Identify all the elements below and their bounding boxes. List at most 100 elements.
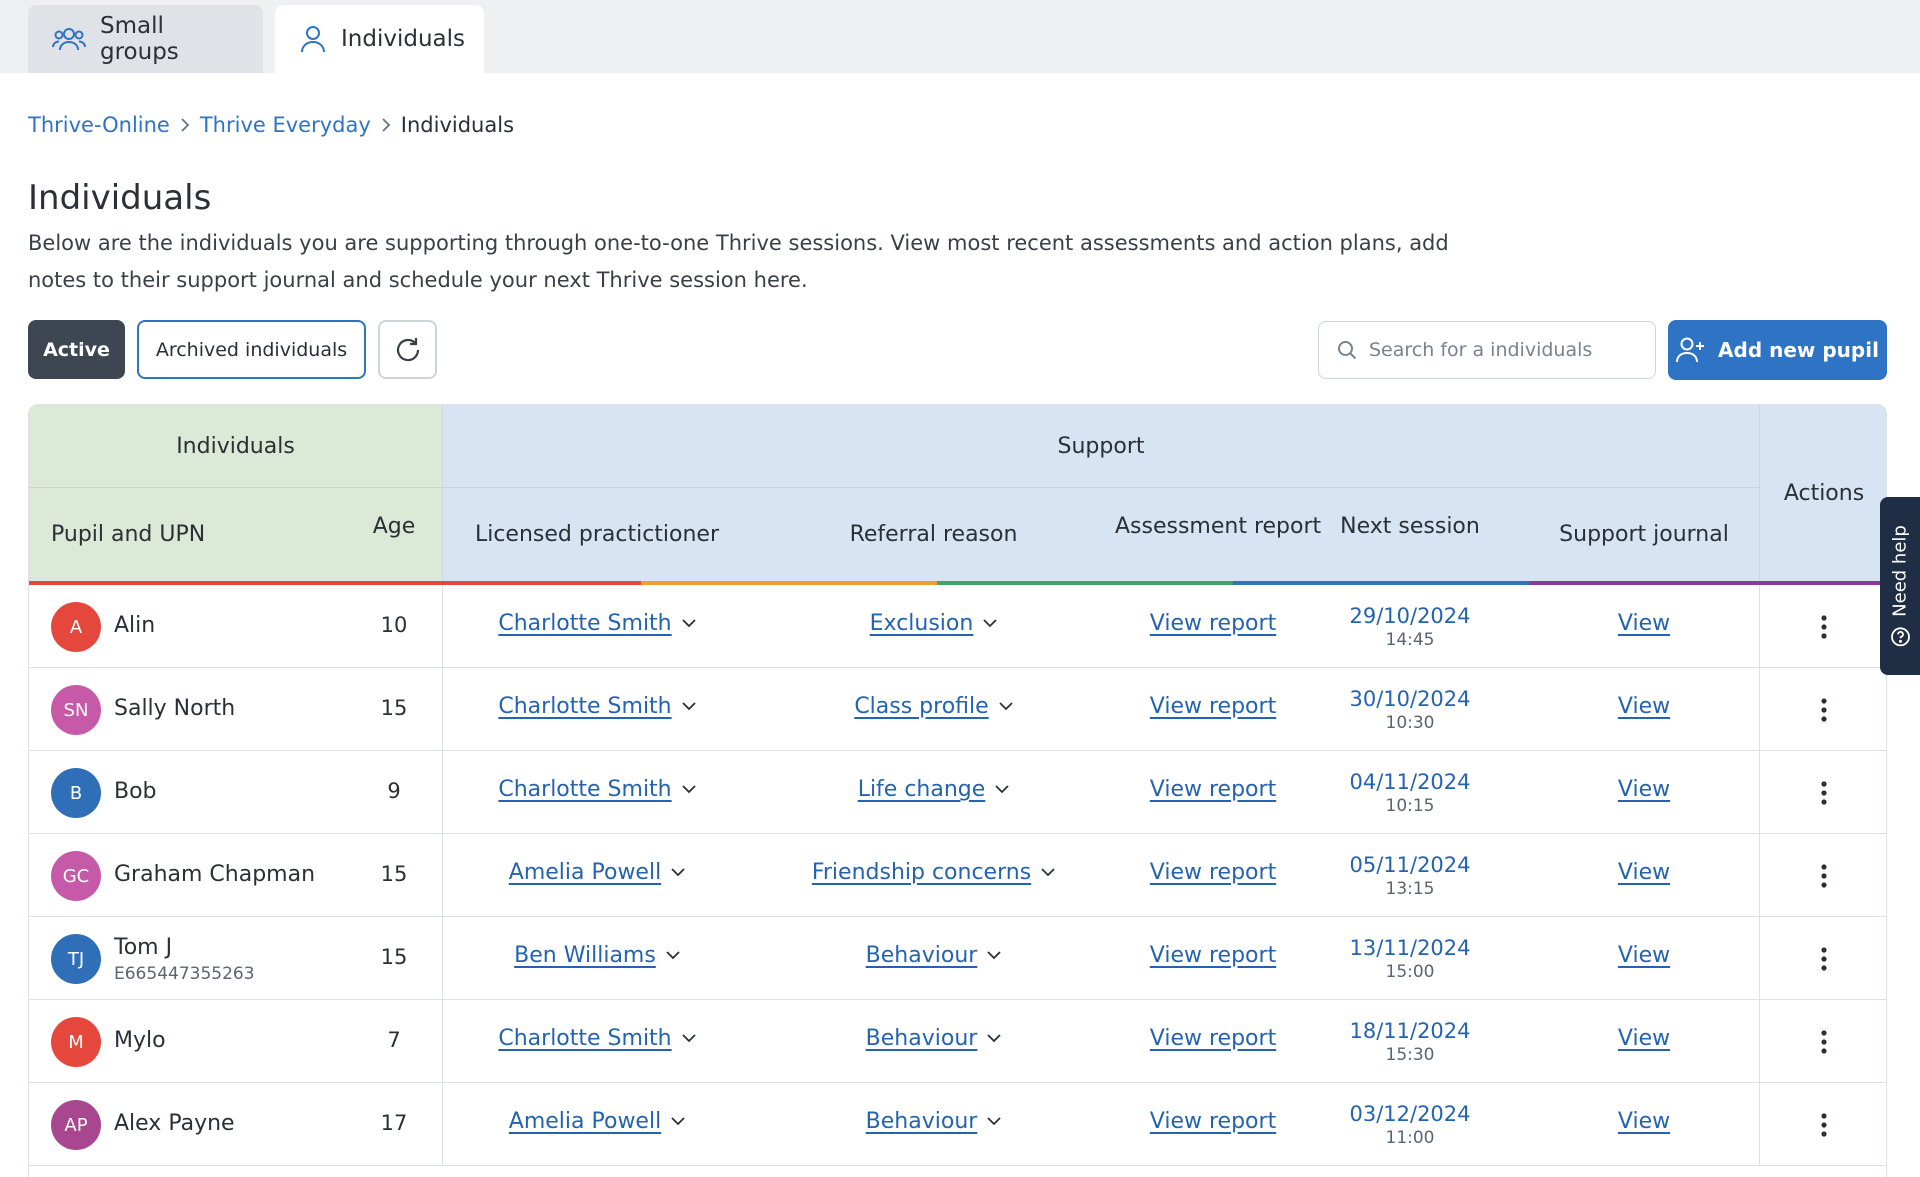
- view-journal-link[interactable]: View: [1618, 1109, 1670, 1134]
- session-time: 10:30: [1385, 713, 1435, 733]
- practitioner-link[interactable]: Charlotte Smith: [498, 611, 671, 636]
- next-session[interactable]: 13/11/2024 15:00: [1311, 935, 1509, 983]
- practitioner-dropdown[interactable]: Amelia Powell: [442, 860, 752, 885]
- column-divider: [1759, 1083, 1760, 1165]
- archived-filter-button[interactable]: Archived individuals: [137, 320, 366, 379]
- session-date: 04/11/2024: [1349, 770, 1471, 794]
- next-session[interactable]: 29/10/2024 14:45: [1311, 603, 1509, 651]
- view-journal-link[interactable]: View: [1618, 694, 1670, 719]
- practitioner-link[interactable]: Charlotte Smith: [498, 777, 671, 802]
- active-filter-button[interactable]: Active: [28, 320, 125, 379]
- refresh-button[interactable]: [378, 320, 437, 379]
- view-report-link[interactable]: View report: [1150, 1109, 1276, 1134]
- add-new-pupil-button[interactable]: Add new pupil: [1668, 320, 1887, 380]
- chevron-down-icon: [987, 951, 1001, 960]
- referral-dropdown[interactable]: Life change: [752, 777, 1115, 802]
- individuals-table: Individuals Support Actions Pupil and UP…: [28, 404, 1887, 1177]
- chevron-right-icon: [381, 118, 391, 132]
- page-description: Below are the individuals you are suppor…: [28, 225, 1528, 299]
- referral-dropdown[interactable]: Friendship concerns: [752, 860, 1115, 885]
- referral-link[interactable]: Life change: [858, 777, 986, 802]
- practitioner-link[interactable]: Amelia Powell: [509, 860, 661, 885]
- more-vertical-icon: [1821, 1113, 1827, 1137]
- referral-link[interactable]: Class profile: [854, 694, 988, 719]
- table-row: TJ Tom J E665447355263 15 Ben Williams Behavi…: [29, 917, 1886, 1000]
- view-journal-link[interactable]: View: [1618, 1026, 1670, 1051]
- chevron-down-icon: [983, 619, 997, 628]
- breadcrumb-thrive-everyday[interactable]: Thrive Everyday: [200, 113, 371, 137]
- session-time: 10:15: [1385, 796, 1435, 816]
- referral-dropdown[interactable]: Behaviour: [752, 943, 1115, 968]
- table-row: M Mylo 7 Charlotte Smith Behaviour View repor…: [29, 1000, 1886, 1083]
- next-session[interactable]: 03/12/2024 11:00: [1311, 1101, 1509, 1149]
- column-divider: [1759, 1000, 1760, 1082]
- pupil-name: Alin: [114, 613, 156, 638]
- row-actions-button[interactable]: [1794, 1105, 1854, 1145]
- referral-dropdown[interactable]: Behaviour: [752, 1109, 1115, 1134]
- session-date: 03/12/2024: [1349, 1102, 1471, 1126]
- session-time: 11:00: [1385, 1128, 1435, 1148]
- avatar: A: [51, 602, 101, 652]
- view-report-link[interactable]: View report: [1150, 611, 1276, 636]
- referral-link[interactable]: Behaviour: [866, 943, 978, 968]
- description-line-2: notes to their support journal and sched…: [28, 268, 808, 292]
- need-help-tab[interactable]: Need help: [1880, 497, 1920, 675]
- referral-link[interactable]: Behaviour: [866, 1109, 978, 1134]
- referral-link[interactable]: Behaviour: [866, 1026, 978, 1051]
- view-journal-link[interactable]: View: [1618, 611, 1670, 636]
- row-actions-button[interactable]: [1794, 607, 1854, 647]
- session-time: 13:15: [1385, 879, 1435, 899]
- referral-dropdown[interactable]: Class profile: [752, 694, 1115, 719]
- column-divider: [1759, 917, 1760, 999]
- view-journal-link[interactable]: View: [1618, 943, 1670, 968]
- practitioner-link[interactable]: Charlotte Smith: [498, 694, 671, 719]
- tab-individuals[interactable]: Individuals: [275, 5, 484, 73]
- breadcrumb-thrive-online[interactable]: Thrive-Online: [28, 113, 170, 137]
- next-session[interactable]: 05/11/2024 13:15: [1311, 852, 1509, 900]
- pupil-age: 7: [387, 1028, 401, 1052]
- pupil-name: Graham Chapman: [114, 862, 316, 887]
- practitioner-dropdown[interactable]: Amelia Powell: [442, 1109, 752, 1134]
- column-header-age: Age: [372, 514, 416, 539]
- tab-small-groups[interactable]: Small groups: [28, 5, 263, 73]
- next-session[interactable]: 18/11/2024 15:30: [1311, 1018, 1509, 1066]
- row-actions-button[interactable]: [1794, 773, 1854, 813]
- practitioner-link[interactable]: Charlotte Smith: [498, 1026, 671, 1051]
- pupil-name: Sally North: [114, 696, 236, 721]
- referral-dropdown[interactable]: Exclusion: [752, 611, 1115, 636]
- view-report-link[interactable]: View report: [1150, 1026, 1276, 1051]
- pupil-age: 15: [380, 945, 408, 969]
- chevron-down-icon: [995, 785, 1009, 794]
- view-journal-link[interactable]: View: [1618, 777, 1670, 802]
- practitioner-dropdown[interactable]: Charlotte Smith: [442, 1026, 752, 1051]
- session-date: 05/11/2024: [1349, 853, 1471, 877]
- row-actions-button[interactable]: [1794, 856, 1854, 896]
- chevron-down-icon: [987, 1117, 1001, 1126]
- next-session[interactable]: 30/10/2024 10:30: [1311, 686, 1509, 734]
- row-actions-button[interactable]: [1794, 690, 1854, 730]
- referral-link[interactable]: Friendship concerns: [812, 860, 1031, 885]
- search-input[interactable]: [1369, 339, 1639, 361]
- practitioner-dropdown[interactable]: Ben Williams: [442, 943, 752, 968]
- pupil-age: 9: [387, 779, 401, 803]
- practitioner-dropdown[interactable]: Charlotte Smith: [442, 694, 752, 719]
- practitioner-dropdown[interactable]: Charlotte Smith: [442, 611, 752, 636]
- practitioner-link[interactable]: Ben Williams: [514, 943, 656, 968]
- column-header-practitioner: Licensed practictioner: [474, 522, 720, 547]
- referral-dropdown[interactable]: Behaviour: [752, 1026, 1115, 1051]
- chevron-down-icon: [999, 702, 1013, 711]
- group-header-actions: Actions: [1759, 405, 1886, 581]
- view-report-link[interactable]: View report: [1150, 777, 1276, 802]
- view-report-link[interactable]: View report: [1150, 943, 1276, 968]
- breadcrumb: Thrive-Online Thrive Everyday Individual…: [28, 111, 514, 139]
- view-report-link[interactable]: View report: [1150, 860, 1276, 885]
- row-actions-button[interactable]: [1794, 1022, 1854, 1062]
- row-actions-button[interactable]: [1794, 939, 1854, 979]
- practitioner-dropdown[interactable]: Charlotte Smith: [442, 777, 752, 802]
- practitioner-link[interactable]: Amelia Powell: [509, 1109, 661, 1134]
- view-report-link[interactable]: View report: [1150, 694, 1276, 719]
- view-journal-link[interactable]: View: [1618, 860, 1670, 885]
- next-session[interactable]: 04/11/2024 10:15: [1311, 769, 1509, 817]
- referral-link[interactable]: Exclusion: [870, 611, 974, 636]
- more-vertical-icon: [1821, 864, 1827, 888]
